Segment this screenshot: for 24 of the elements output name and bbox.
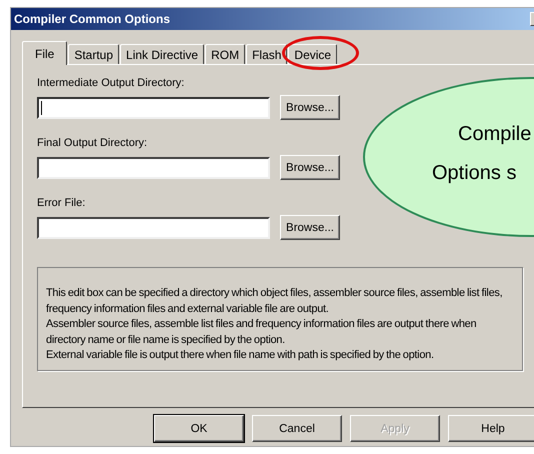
callout-text: Compile	[458, 123, 532, 146]
dialog-button[interactable]: OK	[154, 415, 244, 442]
input-field[interactable]	[37, 216, 270, 238]
description-text: Assembler source files, assemble list files and frequency information files are output there when directory name or file name is specified by the option.	[46, 317, 478, 348]
tab[interactable]: File	[22, 41, 68, 65]
dialog-button[interactable]: Help	[448, 415, 534, 442]
description-text: External variable file is output there when file name with path is specified by the option.	[46, 348, 435, 363]
tab[interactable]: Link Directive	[120, 44, 204, 64]
field-label: Intermediate Output Directory:	[37, 77, 186, 89]
browse-button[interactable]: Browse...	[280, 95, 340, 120]
tab[interactable]: Startup	[68, 44, 120, 64]
tab[interactable]: Device	[288, 44, 338, 64]
window-title: Compiler Common Options	[14, 12, 170, 26]
tab[interactable]: Flash	[246, 44, 288, 64]
field-label: Final Output Directory:	[37, 137, 148, 149]
tab[interactable]: ROM	[205, 44, 246, 64]
browse-button[interactable]: Browse...	[280, 155, 340, 180]
input-field[interactable]	[37, 96, 270, 118]
browse-button[interactable]: Browse...	[280, 215, 340, 240]
input-field[interactable]	[37, 156, 270, 178]
field-label: Error File:	[37, 197, 86, 209]
callout-text: Options s	[432, 162, 518, 185]
dialog-button[interactable]: Cancel	[252, 415, 342, 442]
description-text: This edit box can be specified a directory which object files, assembler source files, assemble list files, frequency information files and external variable file are output.	[46, 286, 504, 316]
